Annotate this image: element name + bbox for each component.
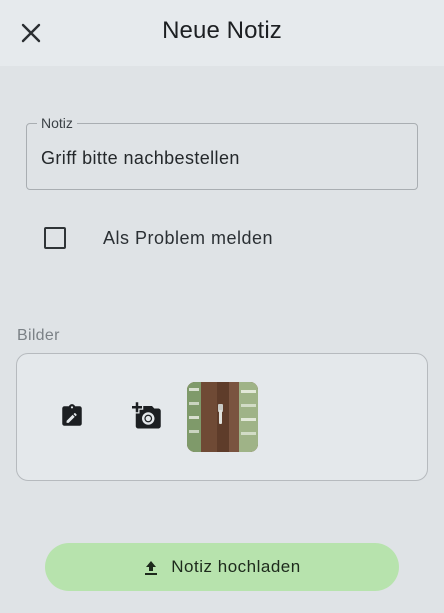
edit-image-button[interactable] [52, 396, 92, 436]
note-field[interactable]: Notiz [26, 115, 418, 190]
edit-clipboard-icon [62, 404, 82, 426]
window-handle-photo [187, 382, 258, 452]
top-app-bar: Neue Notiz [0, 0, 444, 66]
images-card [16, 353, 428, 481]
note-screen: Neue Notiz Notiz Als Problem melden Bild… [0, 0, 444, 613]
add-photo-button[interactable] [127, 396, 167, 436]
add-camera-icon [132, 402, 161, 429]
image-thumbnail[interactable] [187, 382, 258, 452]
upload-button-label: Notiz hochladen [171, 557, 301, 576]
upload-note-button[interactable]: Notiz hochladen [45, 543, 399, 591]
report-problem-option[interactable]: Als Problem melden [30, 216, 390, 260]
upload-icon [145, 561, 158, 575]
images-section-label: Bilder [17, 327, 60, 344]
note-field-label: Notiz [37, 115, 77, 131]
report-problem-label: Als Problem melden [103, 227, 274, 248]
note-input[interactable] [41, 148, 401, 169]
report-problem-checkbox[interactable] [44, 227, 66, 249]
page-title: Neue Notiz [162, 17, 282, 44]
